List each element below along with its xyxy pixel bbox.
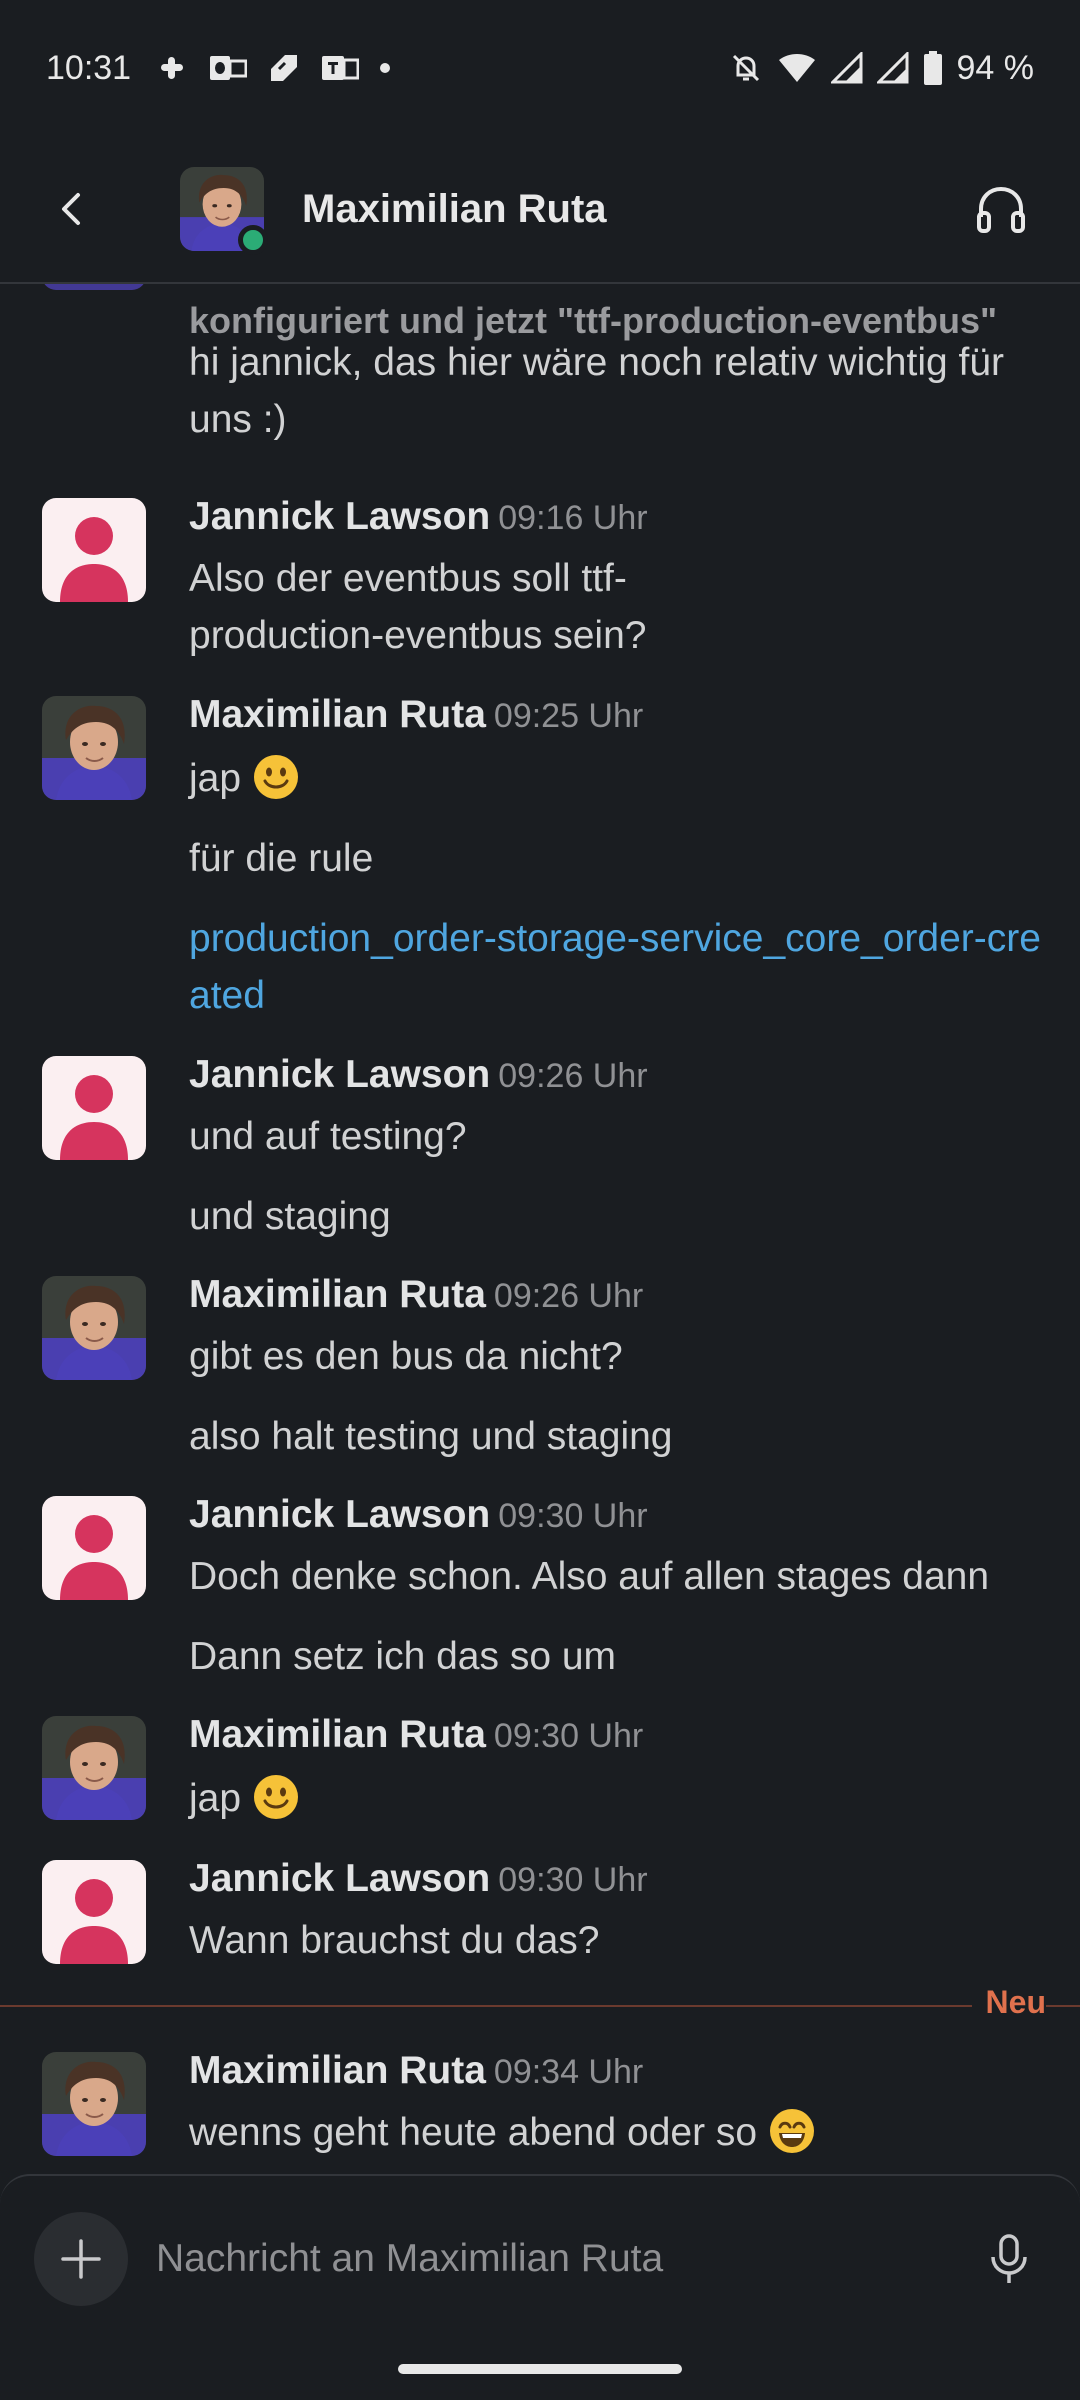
author-name[interactable]: Jannick Lawson [189,495,490,538]
message-text: Also der eventbus soll ttf-production-ev… [189,557,647,657]
message-header: Maximilian Ruta 09:34 Uhr [189,2046,643,2097]
slack-icon [161,57,184,79]
avatar[interactable] [42,498,146,602]
wifi-icon [778,54,815,82]
more-notifications-icon [380,63,391,73]
system-icons: 94 % [729,48,1035,88]
message-time: 09:30 Uhr [498,1497,648,1535]
message-header: Maximilian Ruta 09:30 Uhr [189,1710,643,1761]
avatar[interactable] [42,1496,146,1600]
headphones-icon [977,186,1025,233]
outlook-icon [210,56,248,80]
attach-button[interactable] [34,2212,128,2306]
message-time: 09:26 Uhr [493,1277,644,1315]
chevron-left-icon [62,193,80,225]
message-header: Jannick Lawson 09:30 Uhr [189,1854,648,1905]
message-header: Jannick Lawson 09:26 Uhr [189,1050,648,1101]
message-text: gibt es den bus da nicht? [189,1335,623,1378]
avatar[interactable] [42,1276,146,1380]
author-name[interactable]: Maximilian Ruta [189,1713,486,1756]
conversation-header: Maximilian Ruta [0,136,1080,284]
message-text: jap [189,1770,1050,1827]
message-time: 09:25 Uhr [493,697,644,735]
presence-indicator [238,225,268,255]
battery-icon [923,51,942,85]
signal-icon [830,52,862,84]
message-text: also halt testing und staging [189,1415,673,1458]
message-list[interactable]: konfiguriert und jetzt "ttf-production-e… [0,284,1080,2174]
message-header: Maximilian Ruta 09:26 Uhr [189,1270,643,1321]
message-text: für die rule [189,837,374,880]
message-time: 09:30 Uhr [498,1861,648,1899]
huddle-button[interactable] [966,174,1036,244]
message-header: Jannick Lawson 09:16 Uhr [189,492,648,543]
avatar[interactable] [42,1860,146,1964]
status-time: 10:31 [46,48,132,87]
author-name[interactable]: Maximilian Ruta [189,2049,486,2092]
message-time: 09:16 Uhr [498,499,648,537]
avatar[interactable] [42,696,146,800]
message-text: wenns geht heute abend oder so [189,2104,1050,2161]
battery-percent: 94 % [956,48,1035,87]
message-time: 09:30 Uhr [493,1717,644,1755]
message-header: Jannick Lawson 09:30 Uhr [189,1490,648,1541]
message-text: Dann setz ich das so um [189,1635,617,1678]
signal-icon-2 [876,52,908,84]
contact-name[interactable]: Maximilian Ruta [302,187,607,232]
jira-icon [271,55,298,81]
author-name[interactable]: Jannick Lawson [189,1053,490,1096]
teams-icon [322,56,360,80]
plus-icon [61,2239,101,2279]
contact-avatar[interactable] [180,167,268,255]
new-messages-label: Neu [971,1984,1046,2021]
do-not-disturb-icon [732,54,759,82]
message-input[interactable] [156,2228,956,2290]
avatar[interactable] [42,2052,146,2156]
message-text: und auf testing? [189,1115,467,1158]
smile-emoji-icon [252,1773,300,1821]
message-text: jap [189,750,1050,807]
home-indicator[interactable] [398,2364,682,2374]
new-messages-divider [0,2005,1080,2007]
notification-icons [155,51,391,85]
author-name[interactable]: Jannick Lawson [189,1493,490,1536]
avatar[interactable] [42,1056,146,1160]
grin-emoji-icon [768,2107,816,2155]
author-name[interactable]: Maximilian Ruta [189,693,486,736]
message-time: 09:34 Uhr [493,2053,644,2091]
status-bar: 10:31 94 % [0,0,1080,136]
message-time: 09:26 Uhr [498,1057,648,1095]
message-link[interactable]: production_order-storage-service_core_or… [189,910,1050,1024]
author-name[interactable]: Maximilian Ruta [189,1273,486,1316]
microphone-icon [991,2234,1027,2283]
back-button[interactable] [40,177,104,241]
smile-emoji-icon [252,753,300,801]
author-name[interactable]: Jannick Lawson [189,1857,490,1900]
voice-message-button[interactable] [976,2226,1042,2292]
message-text: hi jannick, das hier wäre noch relativ w… [189,341,1005,441]
avatar[interactable] [42,1716,146,1820]
message-text: und staging [189,1195,391,1238]
message-text: Doch denke schon. Also auf allen stages … [189,1555,990,1598]
avatar [42,284,146,290]
message-text: Wann brauchst du das? [189,1919,600,1962]
message-header: Maximilian Ruta 09:25 Uhr [189,690,643,741]
